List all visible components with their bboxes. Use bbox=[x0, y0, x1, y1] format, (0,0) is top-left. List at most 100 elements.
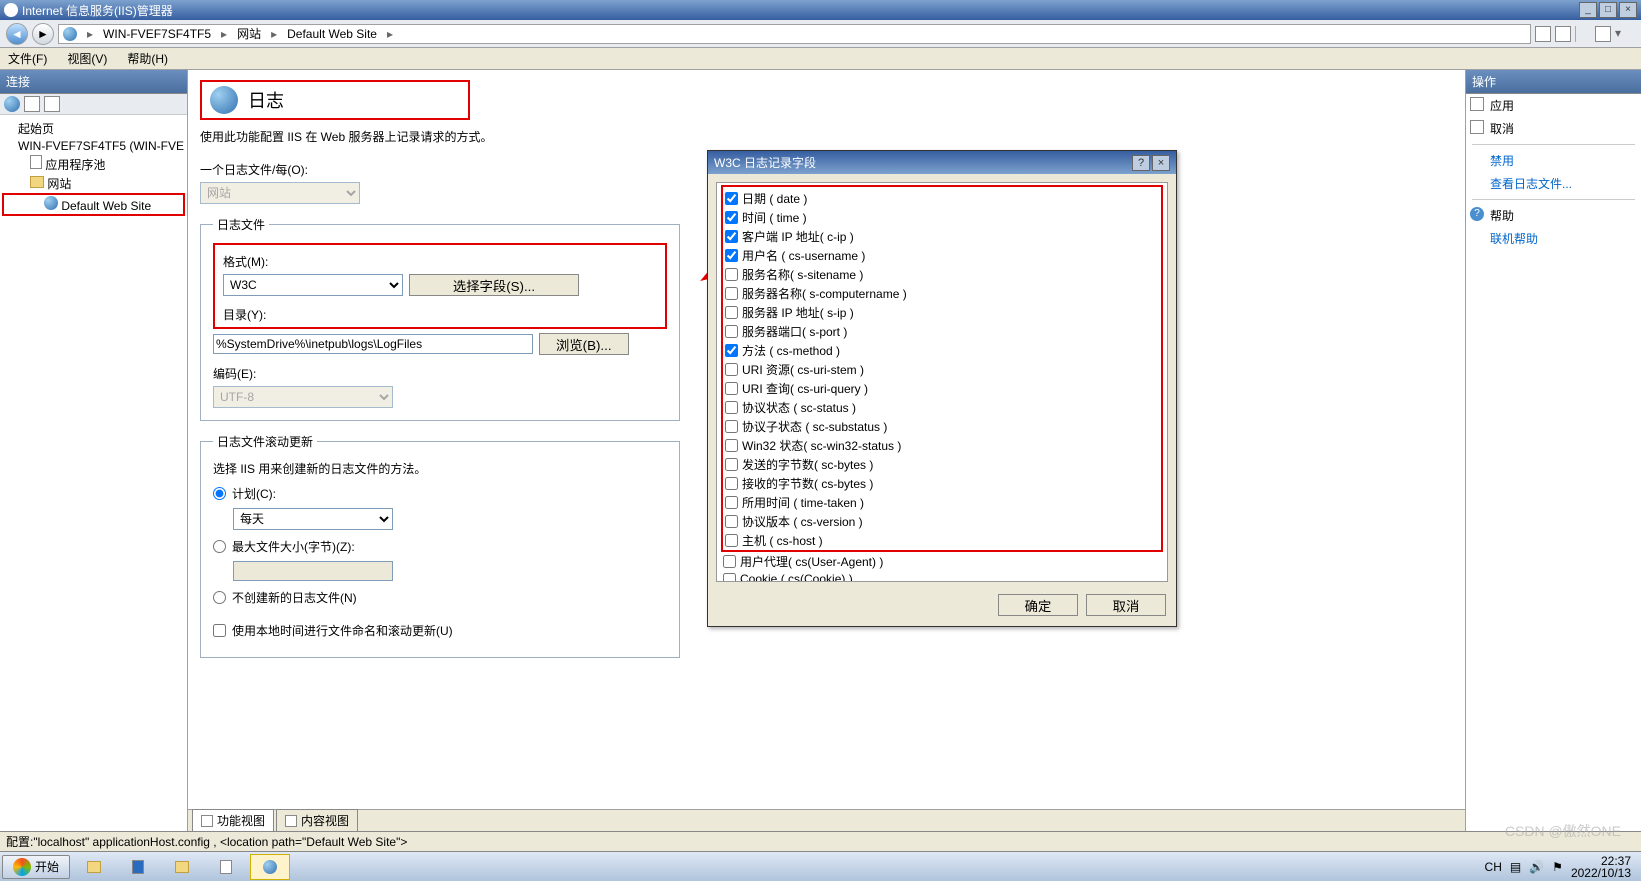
breadcrumb-server[interactable]: WIN-FVEF7SF4TF5 bbox=[103, 27, 211, 41]
field-checkbox[interactable] bbox=[725, 420, 738, 433]
field-label: Cookie ( cs(Cookie) ) bbox=[740, 572, 853, 582]
home-icon[interactable] bbox=[1595, 26, 1611, 42]
dialog-cancel-button[interactable]: 取消 bbox=[1086, 594, 1166, 616]
field-checkbox[interactable] bbox=[725, 344, 738, 357]
dialog-ok-button[interactable]: 确定 bbox=[998, 594, 1078, 616]
minimize-button[interactable]: _ bbox=[1579, 2, 1597, 18]
breadcrumb[interactable]: WIN-FVEF7SF4TF5 网站 Default Web Site bbox=[58, 24, 1531, 44]
nonew-radio[interactable] bbox=[213, 591, 226, 604]
dialog-close-button[interactable]: × bbox=[1152, 155, 1170, 171]
field-item[interactable]: 协议状态 ( sc-status ) bbox=[725, 398, 1159, 417]
field-checkbox[interactable] bbox=[725, 496, 738, 509]
action-online-help[interactable]: 联机帮助 bbox=[1466, 227, 1641, 250]
tree-default-site[interactable]: Default Web Site bbox=[2, 193, 185, 216]
schedule-radio[interactable] bbox=[213, 487, 226, 500]
save-icon[interactable] bbox=[24, 96, 40, 112]
field-item[interactable]: 所用时间 ( time-taken ) bbox=[725, 493, 1159, 512]
field-item[interactable]: 时间 ( time ) bbox=[725, 208, 1159, 227]
browse-button[interactable]: 浏览(B)... bbox=[539, 333, 629, 355]
field-item[interactable]: 客户端 IP 地址( c-ip ) bbox=[725, 227, 1159, 246]
field-checkbox[interactable] bbox=[725, 515, 738, 528]
action-disable[interactable]: 禁用 bbox=[1466, 149, 1641, 172]
field-item[interactable]: URI 查询( cs-uri-query ) bbox=[725, 379, 1159, 398]
stop-icon[interactable] bbox=[1555, 26, 1571, 42]
field-item[interactable]: 服务名称( s-sitename ) bbox=[725, 265, 1159, 284]
field-checkbox[interactable] bbox=[725, 211, 738, 224]
connect-icon[interactable] bbox=[4, 96, 20, 112]
maximize-button[interactable]: □ bbox=[1599, 2, 1617, 18]
field-item[interactable]: 服务器 IP 地址( s-ip ) bbox=[725, 303, 1159, 322]
field-item[interactable]: Cookie ( cs(Cookie) ) bbox=[723, 571, 1161, 582]
field-checkbox[interactable] bbox=[725, 230, 738, 243]
forward-button[interactable]: ► bbox=[32, 23, 54, 45]
action-help[interactable]: ?帮助 bbox=[1466, 204, 1641, 227]
taskbar-item-1[interactable] bbox=[74, 854, 114, 880]
format-select[interactable]: W3C bbox=[223, 274, 403, 296]
taskbar-item-iis[interactable] bbox=[250, 854, 290, 880]
menu-file[interactable]: 文件(F) bbox=[8, 50, 47, 67]
features-view-tab[interactable]: 功能视图 bbox=[192, 809, 274, 831]
field-item[interactable]: 方法 ( cs-method ) bbox=[725, 341, 1159, 360]
clock-time[interactable]: 22:37 bbox=[1571, 855, 1631, 867]
field-checkbox[interactable] bbox=[725, 249, 738, 262]
start-button[interactable]: 开始 bbox=[2, 855, 70, 879]
dialog-titlebar[interactable]: W3C 日志记录字段 ? × bbox=[708, 151, 1176, 174]
field-item[interactable]: 服务器名称( s-computername ) bbox=[725, 284, 1159, 303]
action-view-logs[interactable]: 查看日志文件... bbox=[1466, 172, 1641, 195]
field-checkbox[interactable] bbox=[725, 325, 738, 338]
field-item[interactable]: URI 资源( cs-uri-stem ) bbox=[725, 360, 1159, 379]
field-checkbox[interactable] bbox=[725, 268, 738, 281]
content-view-tab[interactable]: 内容视图 bbox=[276, 809, 358, 831]
field-checkbox[interactable] bbox=[725, 439, 738, 452]
taskbar-item-2[interactable] bbox=[118, 854, 158, 880]
field-item[interactable]: Win32 状态( sc-win32-status ) bbox=[725, 436, 1159, 455]
field-item[interactable]: 主机 ( cs-host ) bbox=[725, 531, 1159, 550]
menu-view[interactable]: 视图(V) bbox=[67, 50, 107, 67]
field-checkbox[interactable] bbox=[723, 555, 736, 568]
refresh-icon[interactable] bbox=[1535, 26, 1551, 42]
schedule-select[interactable]: 每天 bbox=[233, 508, 393, 530]
dialog-help-button[interactable]: ? bbox=[1132, 155, 1150, 171]
field-checkbox[interactable] bbox=[725, 287, 738, 300]
field-checkbox[interactable] bbox=[725, 306, 738, 319]
tree-start-page[interactable]: 起始页 bbox=[2, 119, 185, 138]
localtime-checkbox[interactable] bbox=[213, 624, 226, 637]
taskbar-item-3[interactable] bbox=[162, 854, 202, 880]
field-checkbox[interactable] bbox=[723, 573, 736, 583]
field-checkbox[interactable] bbox=[725, 363, 738, 376]
back-button[interactable]: ◄ bbox=[6, 23, 28, 45]
field-checkbox[interactable] bbox=[725, 477, 738, 490]
tree-sites[interactable]: 网站 bbox=[2, 174, 185, 193]
field-item[interactable]: 服务器端口( s-port ) bbox=[725, 322, 1159, 341]
field-checkbox[interactable] bbox=[725, 382, 738, 395]
tray-icon-3[interactable]: ⚑ bbox=[1552, 860, 1563, 874]
select-fields-button[interactable]: 选择字段(S)... bbox=[409, 274, 579, 296]
directory-input[interactable] bbox=[213, 334, 533, 354]
breadcrumb-site[interactable]: Default Web Site bbox=[287, 27, 377, 41]
field-checkbox[interactable] bbox=[725, 401, 738, 414]
maxsize-radio[interactable] bbox=[213, 540, 226, 553]
field-item[interactable]: 接收的字节数( cs-bytes ) bbox=[725, 474, 1159, 493]
tree-app-pools[interactable]: 应用程序池 bbox=[2, 154, 185, 174]
close-button[interactable]: × bbox=[1619, 2, 1637, 18]
action-cancel[interactable]: 取消 bbox=[1466, 117, 1641, 140]
field-item[interactable]: 协议版本 ( cs-version ) bbox=[725, 512, 1159, 531]
field-item[interactable]: 用户名 ( cs-username ) bbox=[725, 246, 1159, 265]
field-checkbox[interactable] bbox=[725, 458, 738, 471]
dropdown-icon[interactable]: ▾ bbox=[1615, 26, 1631, 42]
language-indicator[interactable]: CH bbox=[1485, 860, 1502, 874]
field-checkbox[interactable] bbox=[725, 534, 738, 547]
taskbar-item-4[interactable] bbox=[206, 854, 246, 880]
menu-help[interactable]: 帮助(H) bbox=[127, 50, 168, 67]
field-item[interactable]: 协议子状态 ( sc-substatus ) bbox=[725, 417, 1159, 436]
action-apply[interactable]: 应用 bbox=[1466, 94, 1641, 117]
field-item[interactable]: 日期 ( date ) bbox=[725, 189, 1159, 208]
field-checkbox[interactable] bbox=[725, 192, 738, 205]
tray-icon-2[interactable]: 🔊 bbox=[1529, 860, 1544, 874]
field-item[interactable]: 用户代理( cs(User-Agent) ) bbox=[723, 552, 1161, 571]
refresh-tree-icon[interactable] bbox=[44, 96, 60, 112]
breadcrumb-sites[interactable]: 网站 bbox=[237, 25, 261, 42]
tree-server[interactable]: WIN-FVEF7SF4TF5 (WIN-FVEF7SF4TF5\Adminis… bbox=[2, 138, 185, 154]
field-item[interactable]: 发送的字节数( sc-bytes ) bbox=[725, 455, 1159, 474]
tray-icon-1[interactable]: ▤ bbox=[1510, 860, 1521, 874]
